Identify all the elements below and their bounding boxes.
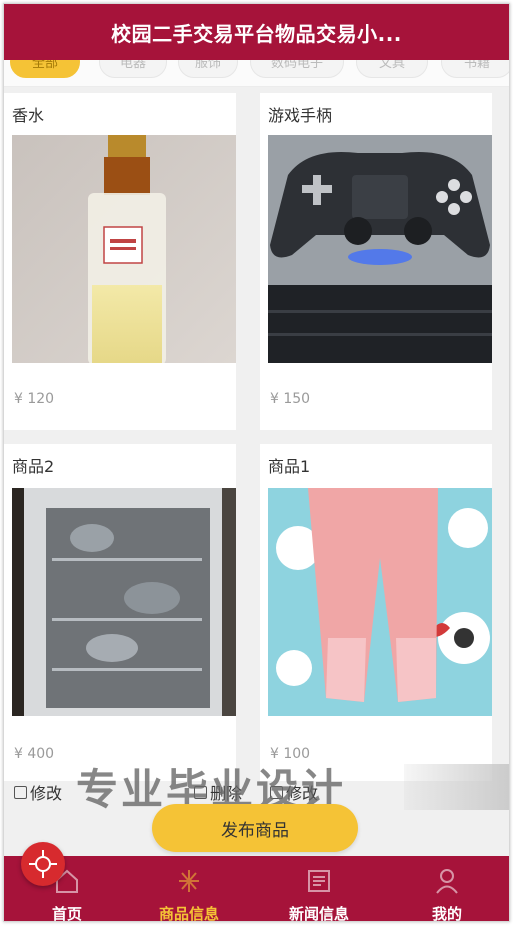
page-title: 校园二手交易平台物品交易小... [111, 21, 402, 46]
product-price: ¥ 400 [14, 746, 55, 762]
product-card[interactable]: 商品2 ¥ 400 [4, 444, 236, 781]
watermark-fade [404, 764, 509, 810]
user-icon [436, 869, 458, 894]
product-image-controller[interactable] [268, 135, 492, 363]
product-name: 商品1 [268, 457, 311, 476]
crosshair-icon [29, 850, 57, 878]
category-tab-books[interactable]: 书籍 [441, 60, 509, 78]
tab-news[interactable]: 新闻信息 [256, 856, 382, 921]
product-name: 游戏手柄 [268, 106, 333, 125]
product-price: ¥ 150 [270, 391, 311, 407]
product-price: ¥ 120 [14, 391, 55, 407]
bottom-tab-bar: 首页 商品信息 新闻信息 我的 [4, 856, 509, 921]
app-frame: 校园二手交易平台物品交易小... 全部 电器 服饰 数码电子 文具 书籍 香水 [3, 3, 510, 922]
category-tab-digital[interactable]: 数码电子 [250, 60, 344, 78]
product-card[interactable]: 商品1 ¥ 100 [260, 444, 492, 781]
category-tab-all[interactable]: 全部 [10, 60, 80, 78]
news-icon [308, 870, 330, 892]
category-tab-clothing[interactable]: 服饰 [178, 60, 238, 78]
product-card[interactable]: 香水 ¥ 120 [4, 93, 236, 430]
product-image-fridge[interactable] [12, 488, 236, 716]
product-image-perfume[interactable] [12, 135, 236, 363]
product-image-pants[interactable] [268, 488, 492, 716]
edit-button[interactable]: 修改 [14, 780, 62, 804]
floating-action-button[interactable] [21, 842, 65, 886]
page-header: 校园二手交易平台物品交易小... [4, 4, 509, 60]
goods-icon [179, 870, 199, 892]
category-tab-stationery[interactable]: 文具 [356, 60, 428, 78]
product-name: 商品2 [12, 457, 55, 476]
product-name: 香水 [12, 106, 45, 125]
tab-me[interactable]: 我的 [384, 856, 509, 921]
category-tabs: 全部 电器 服饰 数码电子 文具 书籍 [4, 60, 509, 87]
category-tab-appliances[interactable]: 电器 [99, 60, 167, 78]
edit-icon [14, 785, 27, 799]
product-card[interactable]: 游戏手柄 ¥ 150 [260, 93, 492, 430]
publish-button[interactable]: 发布商品 [152, 804, 358, 852]
tab-goods[interactable]: 商品信息 [126, 856, 252, 921]
